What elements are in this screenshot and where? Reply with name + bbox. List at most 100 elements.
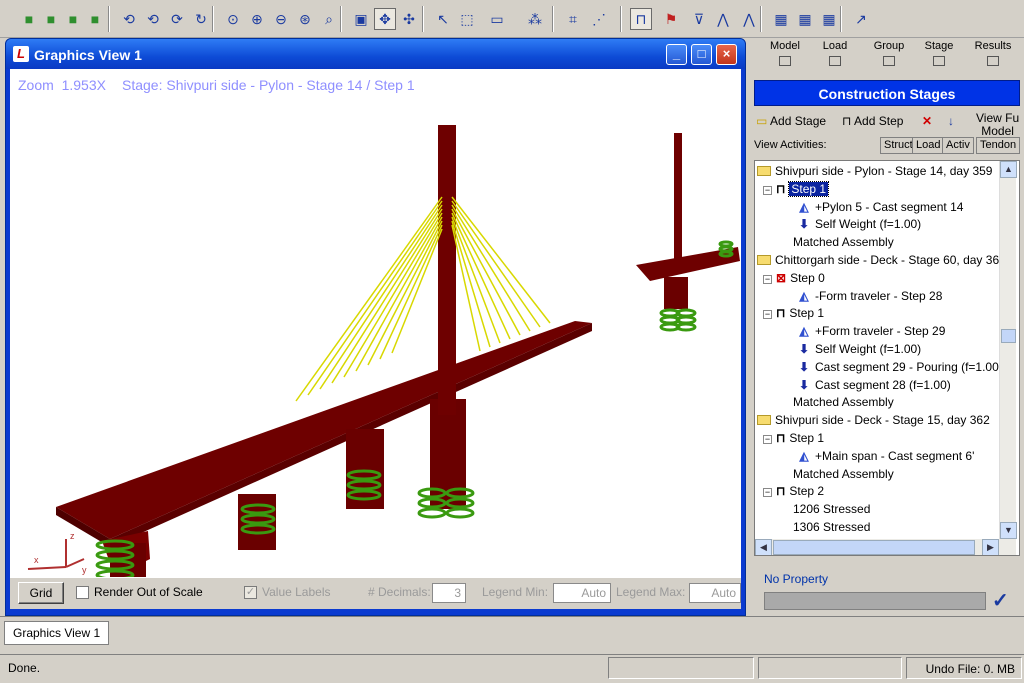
delete-icon[interactable]: ✕ [922,114,932,128]
pylon [438,125,456,415]
tab-group[interactable]: Group [862,40,916,74]
legend-max-field[interactable]: Auto [689,583,741,603]
tree-activity[interactable]: ◭ +Main span - Cast segment 6' [797,448,974,465]
folder-plus-icon: ▭ [756,114,768,128]
zoom-extents-icon[interactable]: ⊛ [294,8,316,30]
scroll-left-icon[interactable]: ◀ [755,539,772,555]
render-out-of-scale-checkbox[interactable] [76,586,89,599]
scroll-thumb[interactable] [1001,329,1016,343]
window-title-bar[interactable]: L Graphics View 1 _ □ × [6,39,745,69]
tree-stage[interactable]: Shivpuri side - Deck - Stage 15, day 362 [757,412,990,429]
add-step-button[interactable]: ⊓ Add Step [842,114,903,128]
collapse-icon[interactable]: − [763,310,772,320]
tab-stage[interactable]: Stage [912,40,966,74]
collapse-icon[interactable]: − [763,274,772,284]
collapse-icon[interactable]: − [763,185,772,195]
viewport-canvas[interactable]: Zoom 1.953X Stage: Shivpuri side - Pylon… [10,69,741,609]
tree-activity[interactable]: ◭ -Form traveler - Step 28 [797,288,942,305]
status-cell-empty-2 [758,657,902,679]
tree-label: Step 1 [789,431,825,445]
cube-icon[interactable]: ■ [40,8,62,30]
tree-horizontal-scrollbar[interactable]: ◀ ▶ [755,539,1016,555]
toolbar-separator [422,6,424,32]
structure-icon: ◭ [799,448,809,463]
tree-activity[interactable]: ⬇ Self Weight (f=1.00) [797,341,921,358]
zoom-icon[interactable]: ⊙ [222,8,244,30]
select-icon[interactable]: ⬚ [456,8,478,30]
select-box-icon[interactable]: ▭ [486,8,508,30]
filter-icon[interactable]: ⊽ [688,8,710,30]
cube-icon[interactable]: ■ [18,8,40,30]
apply-check-icon[interactable]: ✓ [992,588,1009,613]
tree-activity[interactable]: 1206 Stressed [793,501,870,518]
pan-icon[interactable]: ✥ [374,8,396,30]
axes-icon[interactable]: ⋀ [712,8,734,30]
decimals-field[interactable]: 3 [432,583,466,603]
orbit-icon[interactable]: ✣ [398,8,420,30]
add-stage-button[interactable]: ▭ Add Stage [756,114,826,128]
tree-activity[interactable]: ⬇ Cast segment 29 - Pouring (f=1.00) [797,359,1003,376]
collapse-icon[interactable]: − [763,435,772,444]
grid-button[interactable]: Grid [18,582,64,604]
scroll-down-icon[interactable]: ▼ [1000,522,1017,539]
rotate-x-icon[interactable]: ⟳ [166,8,188,30]
tab-model[interactable]: Model [758,40,812,74]
tree-step[interactable]: − ⊓ Step 2 [763,483,824,500]
activity-tab-activ[interactable]: Activ [942,137,974,154]
tree-step[interactable]: − ⊠ Step 0 [763,270,825,287]
scroll-thumb-horizontal[interactable] [773,540,975,555]
grid-icon[interactable]: ▦ [818,8,840,30]
tree-activity[interactable]: Matched Assembly [793,466,894,483]
axis-x-label: x [34,555,39,565]
close-button[interactable]: × [716,44,737,65]
activity-tab-load[interactable]: Load [912,137,945,154]
pointer-icon[interactable]: ↖ [432,8,454,30]
rotate-z-icon[interactable]: ↻ [190,8,212,30]
rotate-y-icon[interactable]: ⟲ [118,8,140,30]
tree-activity[interactable]: ◭ +Pylon 5 - Cast segment 14 [797,199,963,216]
tab-results[interactable]: Results [966,40,1020,74]
grid-snap-icon[interactable]: ⋰ [588,8,610,30]
legend-min-field[interactable]: Auto [553,583,611,603]
tree-activity[interactable]: ◭ +Form traveler - Step 29 [797,323,945,340]
tree-step[interactable]: − ⊓ Step 1 [763,430,824,447]
zoom-select-icon[interactable]: ▣ [350,8,372,30]
grid-icon[interactable]: ▦ [770,8,792,30]
stages-tree[interactable]: Shivpuri side - Pylon - Stage 14, day 35… [754,160,1020,556]
tree-activity[interactable]: ⬇ Cast segment 28 (f=1.00) [797,377,951,394]
minimize-button[interactable]: _ [666,44,687,65]
select-nodes-icon[interactable]: ⁂ [524,8,546,30]
tree-stage[interactable]: Shivpuri side - Pylon - Stage 14, day 35… [757,163,992,180]
activity-tab-tendon[interactable]: Tendon [976,137,1021,154]
scroll-right-icon[interactable]: ▶ [982,539,999,555]
tab-graphics-view-1[interactable]: Graphics View 1 [4,621,110,645]
value-labels-checkbox[interactable]: ✓ [244,586,257,599]
snap-icon[interactable]: ⌗ [562,8,584,30]
cube-icon[interactable]: ■ [62,8,84,30]
grid-icon[interactable]: ▦ [794,8,816,30]
zoom-window-icon[interactable]: ⌕ [318,8,340,30]
tree-activity[interactable]: 1306 Stressed [793,519,870,536]
graph-icon[interactable]: ↗ [850,8,872,30]
tree-activity[interactable]: ⬇ Self Weight (f=1.00) [797,216,921,233]
axes-icon[interactable]: ⋀ [738,8,760,30]
sort-icon[interactable]: ↓ [948,114,954,128]
scroll-up-icon[interactable]: ▲ [1000,161,1017,178]
view-full-model-button[interactable]: View Fu Model [976,112,1019,138]
tree-vertical-scrollbar[interactable]: ▲ ▼ [999,161,1017,539]
tree-step[interactable]: − ⊓ Step 1 [763,180,830,198]
cube-icon[interactable]: ■ [84,8,106,30]
flag-icon[interactable]: ⚑ [660,8,682,30]
maximize-button[interactable]: □ [691,44,712,65]
tree-activity[interactable]: Matched Assembly [793,234,894,251]
property-bar[interactable] [764,592,986,610]
tree-activity[interactable]: Matched Assembly [793,394,894,411]
collapse-icon[interactable]: − [763,488,772,498]
tree-step[interactable]: − ⊓ Step 1 [763,305,824,322]
zoom-out-icon[interactable]: ⊖ [270,8,292,30]
rotate-y-icon[interactable]: ⟲ [142,8,164,30]
tab-load[interactable]: Load [808,40,862,74]
zoom-in-icon[interactable]: ⊕ [246,8,268,30]
tree-stage[interactable]: Chittorgarh side - Deck - Stage 60, day … [757,252,1006,269]
frame-icon[interactable]: ⊓ [630,8,652,30]
